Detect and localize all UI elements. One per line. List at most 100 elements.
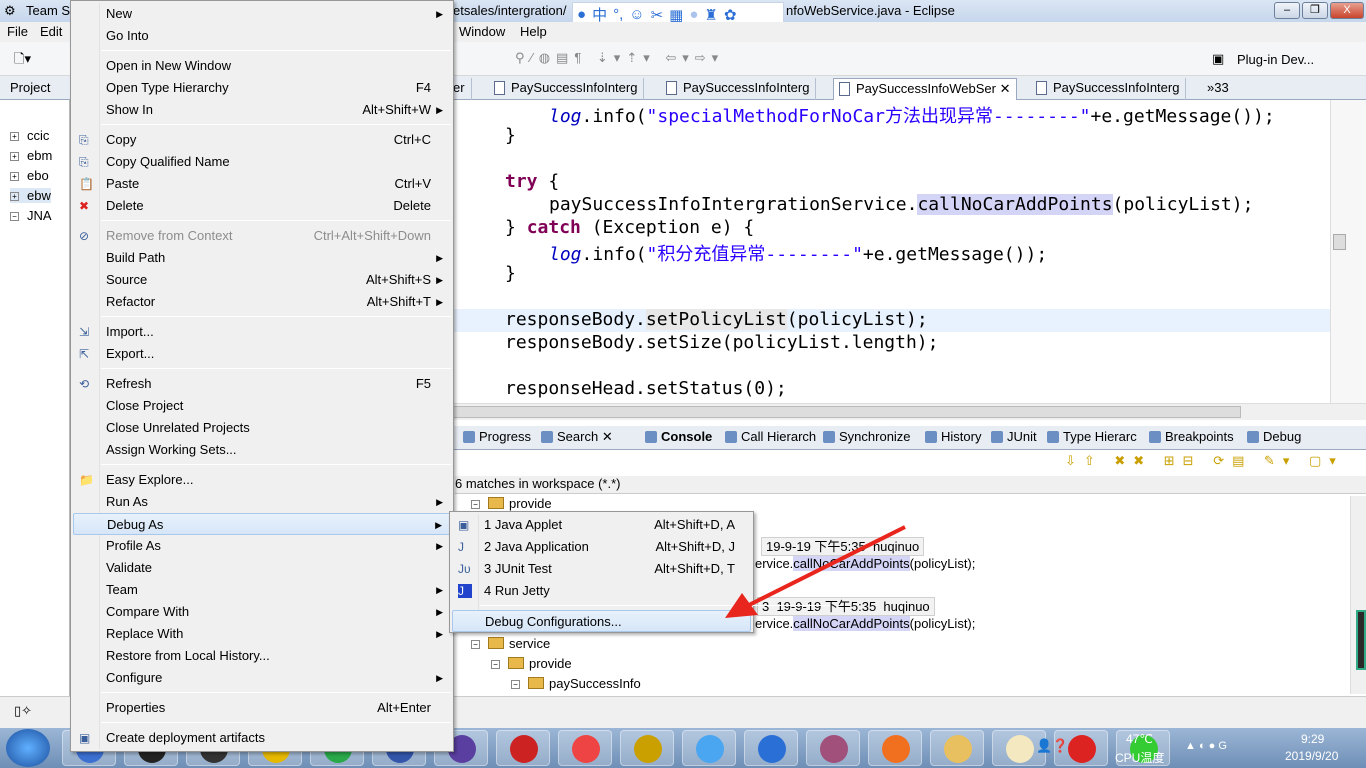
tree-item[interactable]: + ccic [10, 128, 49, 143]
menu-item-open-in-new-window[interactable]: Open in New Window [73, 55, 451, 77]
panel-tab-console[interactable]: Console [643, 429, 712, 444]
show-hidden-icons[interactable]: ▲ ◐ ● G [1185, 740, 1227, 752]
taskbar-app-hedgehog[interactable] [558, 730, 612, 766]
menu-item-delete[interactable]: ✖ Delete Delete [73, 195, 451, 217]
collapse-icon[interactable]: − [491, 660, 500, 669]
scissors-icon[interactable]: ✂ [651, 6, 664, 24]
code-editor[interactable]: log.info("specialMethodForNoCar方法出现异常---… [453, 100, 1330, 403]
clock-date[interactable]: 2019/9/20 [1285, 749, 1338, 763]
taskbar-app-database[interactable] [806, 730, 860, 766]
menu-item-close-unrelated-projects[interactable]: Close Unrelated Projects [73, 417, 451, 439]
menu-item-refactor[interactable]: Refactor Alt+Shift+T ▶ [73, 291, 451, 313]
tree-item[interactable]: + ebw [10, 188, 51, 203]
panel-tab-debug[interactable]: Debug [1245, 429, 1301, 444]
menu-edit[interactable]: Edit [40, 24, 62, 39]
menu-item-create-deployment-artifacts[interactable]: ▣ Create deployment artifacts [73, 727, 451, 749]
tree-item[interactable]: − JNA [10, 208, 52, 223]
more-tabs-button[interactable]: »33 [1203, 78, 1235, 100]
menu-item-copy-qualified-name[interactable]: ⎘ Copy Qualified Name [73, 151, 451, 173]
side-scrollbar[interactable] [1356, 610, 1366, 670]
close-tab-icon[interactable]: ✕ [1000, 81, 1011, 96]
fast-view-icon[interactable]: ▯✧ [14, 703, 32, 719]
editor-tab[interactable]: PaySuccessInfoInterg [661, 78, 817, 100]
collapse-icon[interactable]: − [471, 500, 480, 509]
keyboard-icon[interactable]: ▦ [669, 6, 683, 24]
menu-item-export[interactable]: ⇱ Export... [73, 343, 451, 365]
menu-item-profile-as[interactable]: Profile As ▶ [73, 535, 451, 557]
menu-item-new[interactable]: New ▶ [73, 3, 451, 25]
close-tab-icon[interactable]: ✕ [598, 429, 613, 444]
tree-item[interactable]: + ebm [10, 148, 52, 163]
menu-item-open-type-hierarchy[interactable]: Open Type Hierarchy F4 [73, 77, 451, 99]
editor-tab[interactable]: er [453, 78, 472, 100]
start-button[interactable] [6, 729, 50, 767]
panel-tab-search[interactable]: Search ✕ [539, 429, 613, 445]
tray-icons[interactable]: 👤❓ [1036, 738, 1068, 754]
menu-item-team[interactable]: Team ▶ [73, 579, 451, 601]
person-icon[interactable]: ● [689, 6, 698, 23]
editor-tab[interactable]: PaySuccessInfoInterg [1031, 78, 1187, 100]
gear-icon[interactable]: ✿ [724, 6, 737, 24]
perspective-plugin-dev[interactable]: Plug-in Dev... [1237, 52, 1314, 67]
menu-item-build-path[interactable]: Build Path ▶ [73, 247, 451, 269]
edit-tools-icon[interactable]: ⚲⁄◍▤¶ ⇣▾⇡▾ ⇦▾⇨▾ [515, 50, 724, 66]
menu-file[interactable]: File [7, 24, 28, 39]
menu-item-properties[interactable]: Properties Alt+Enter [73, 697, 451, 719]
panel-tab-breakpoints[interactable]: Breakpoints [1147, 429, 1234, 444]
clock-time[interactable]: 9:29 [1301, 732, 1324, 746]
editor-tab-active[interactable]: PaySuccessInfoWebSer ✕ [833, 78, 1018, 100]
user-icon[interactable]: ● [577, 6, 586, 23]
search-result-row[interactable]: − provide [491, 656, 572, 671]
panel-tab-progress[interactable]: Progress [461, 429, 531, 444]
restore-button[interactable]: ❐ [1302, 2, 1328, 19]
taskbar-app-filezilla[interactable] [496, 730, 550, 766]
tree-item[interactable]: + ebo [10, 168, 49, 183]
collapse-icon[interactable]: − [471, 640, 480, 649]
menu-item-close-project[interactable]: Close Project [73, 395, 451, 417]
panel-tab-call-hierarch[interactable]: Call Hierarch [723, 429, 816, 444]
taskbar-app-qq[interactable] [682, 730, 736, 766]
menu-item-compare-with[interactable]: Compare With ▶ [73, 601, 451, 623]
taskbar-app-ultraedit[interactable] [620, 730, 674, 766]
minimize-button[interactable]: – [1274, 2, 1300, 19]
menu-item-go-into[interactable]: Go Into [73, 25, 451, 47]
search-result-row[interactable]: − paySuccessInfo [511, 676, 641, 691]
menu-item-show-in[interactable]: Show In Alt+Shift+W ▶ [73, 99, 451, 121]
menu-item-copy[interactable]: ⎘ Copy Ctrl+C [73, 129, 451, 151]
taskbar-app-firefox[interactable] [868, 730, 922, 766]
menu-item-replace-with[interactable]: Replace With ▶ [73, 623, 451, 645]
menu-item-easy-explore[interactable]: 📁 Easy Explore... [73, 469, 451, 491]
menu-item-validate[interactable]: Validate [73, 557, 451, 579]
emoji-icon[interactable]: ☺ [629, 6, 644, 23]
editor-horizontal-scrollbar[interactable] [453, 403, 1366, 420]
taskbar-app-wps[interactable] [744, 730, 798, 766]
menu-item-refresh[interactable]: ⟲ Refresh F5 [73, 373, 451, 395]
menu-item-debug-as[interactable]: Debug As ▶ [73, 513, 451, 535]
menu-item-configure[interactable]: Configure ▶ [73, 667, 451, 689]
open-perspective-icon[interactable]: ▣ [1212, 51, 1224, 67]
panel-tab-history[interactable]: History [923, 429, 981, 444]
panel-tab-synchronize[interactable]: Synchronize [821, 429, 911, 444]
editor-vertical-scrollbar[interactable] [1330, 100, 1366, 403]
menu-item-run-as[interactable]: Run As ▶ [73, 491, 451, 513]
editor-tab[interactable]: PaySuccessInfoInterg [489, 78, 645, 100]
new-icon[interactable]: 🗋▾ [14, 50, 31, 72]
close-button[interactable]: X [1330, 2, 1364, 19]
search-result-row[interactable]: − provide [471, 496, 552, 511]
panel-tab-junit[interactable]: JUnit [989, 429, 1037, 444]
panel-tab-type-hierarc[interactable]: Type Hierarc [1045, 429, 1137, 444]
collapse-icon[interactable]: − [511, 680, 520, 689]
menu-item-import[interactable]: ⇲ Import... [73, 321, 451, 343]
punctuation-icon[interactable]: °, [613, 6, 623, 23]
menu-window[interactable]: Window [459, 24, 505, 39]
search-result-row[interactable]: − service [471, 636, 550, 651]
menu-help[interactable]: Help [520, 24, 547, 39]
menu-item-paste[interactable]: 📋 Paste Ctrl+V [73, 173, 451, 195]
menu-item-assign-working-sets[interactable]: Assign Working Sets... [73, 439, 451, 461]
menu-item-source[interactable]: Source Alt+Shift+S ▶ [73, 269, 451, 291]
taskbar-app-explorer[interactable] [930, 730, 984, 766]
menu-item-restore-from-local-history[interactable]: Restore from Local History... [73, 645, 451, 667]
navigation-icons[interactable]: ⇩⇧ ✖✖ ⊞⊟ ⟳▤ ✎▾ ▢▾ [1065, 453, 1344, 469]
project-explorer-tab[interactable]: Project [0, 76, 70, 100]
shirt-icon[interactable]: ♜ [704, 6, 717, 24]
